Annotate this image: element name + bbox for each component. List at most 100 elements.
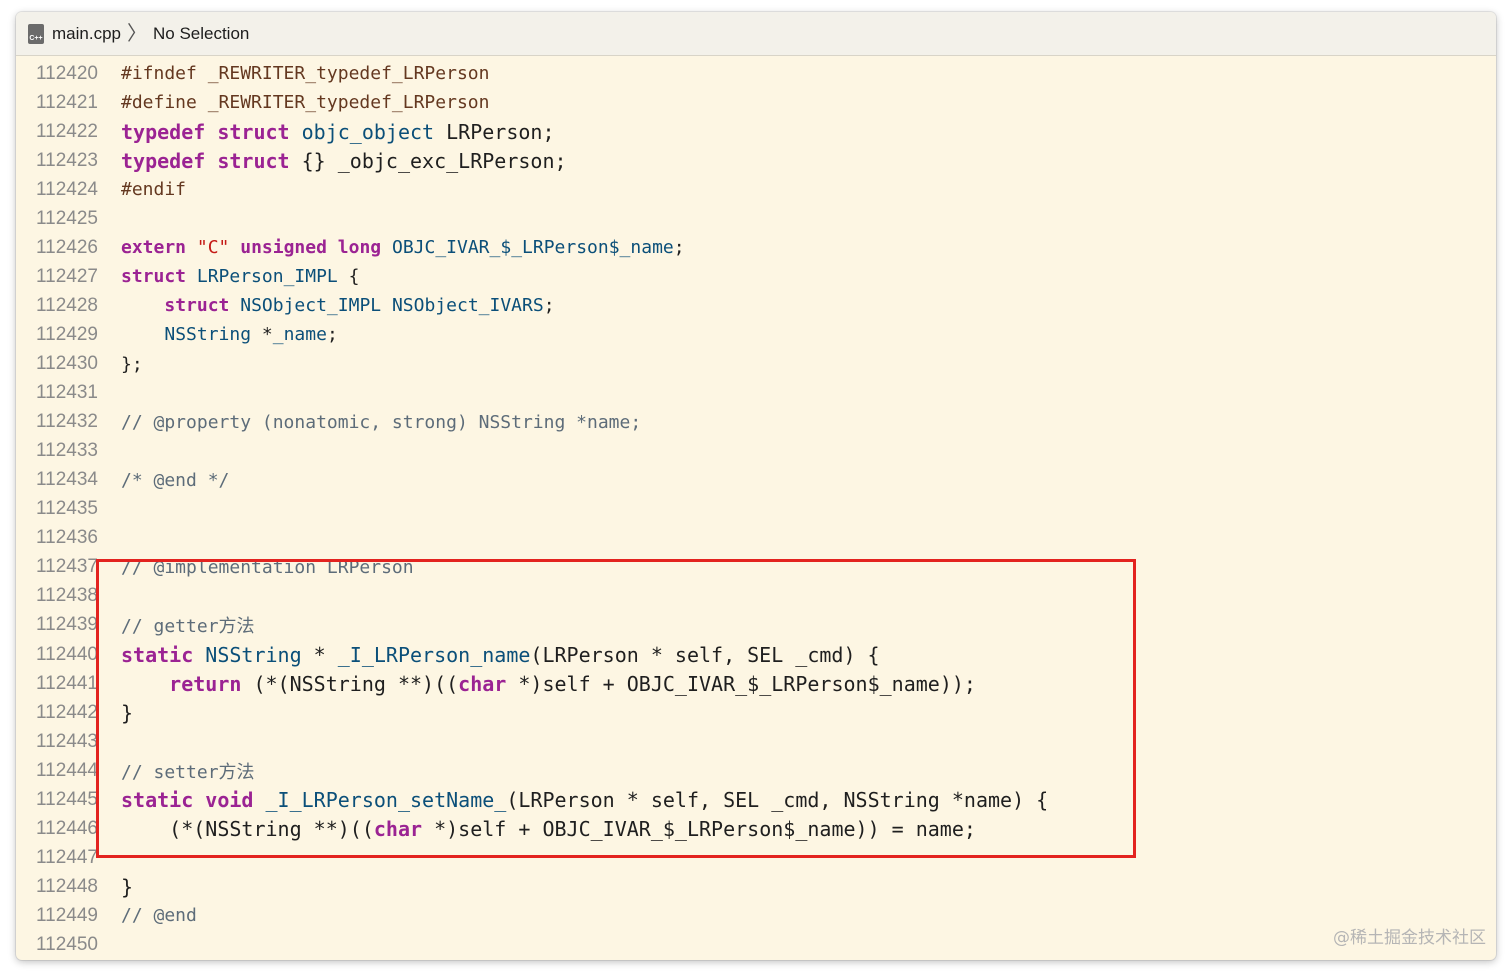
code-text: }; bbox=[121, 354, 143, 375]
code-text: #define _REWRITER_typedef_LRPerson bbox=[121, 92, 489, 113]
line-number: 112432 bbox=[36, 411, 98, 433]
code-token: long bbox=[337, 237, 382, 259]
code-token: // getter方法 bbox=[121, 616, 255, 638]
code-token: (*(NSString **)(( bbox=[241, 671, 459, 696]
line-number: 112448 bbox=[36, 875, 98, 897]
code-token: static bbox=[121, 787, 194, 812]
code-token: NSString bbox=[164, 324, 252, 346]
line-number: 112433 bbox=[36, 440, 98, 462]
code-text: return (*(NSString **)((char *)self + OB… bbox=[121, 672, 976, 696]
code-token: } bbox=[121, 874, 134, 899]
line-number: 112446 bbox=[36, 817, 98, 839]
code-text: } bbox=[121, 875, 133, 899]
line-number: 112443 bbox=[36, 730, 98, 752]
code-line: 112442} bbox=[16, 698, 1496, 727]
code-token: {} _objc_exc_LRPerson; bbox=[289, 148, 567, 173]
line-number: 112434 bbox=[36, 469, 98, 491]
code-token: _name bbox=[272, 324, 327, 346]
code-text: // @property (nonatomic, strong) NSStrin… bbox=[121, 412, 641, 433]
code-line: 112425 bbox=[16, 204, 1496, 233]
code-text: static void _I_LRPerson_setName_(LRPerso… bbox=[121, 788, 1048, 812]
line-number: 112429 bbox=[36, 323, 98, 345]
code-line: 112427 struct LRPerson_IMPL { bbox=[16, 262, 1496, 291]
code-line: 112420 #ifndef _REWRITER_typedef_LRPerson bbox=[16, 59, 1496, 88]
code-token: void bbox=[205, 787, 254, 812]
code-token: unsigned bbox=[240, 237, 327, 259]
code-token: // @end bbox=[121, 905, 197, 927]
code-token: char bbox=[458, 671, 507, 696]
line-number: 112422 bbox=[36, 120, 98, 142]
code-line: 112421 #define _REWRITER_typedef_LRPerson bbox=[16, 88, 1496, 117]
code-line: 112440 static NSString * _I_LRPerson_name… bbox=[16, 640, 1496, 669]
code-line: 112444 // setter方法 bbox=[16, 756, 1496, 785]
code-token: { bbox=[337, 266, 360, 288]
line-number: 112425 bbox=[36, 207, 98, 229]
code-token: NSObject_IVARS bbox=[391, 295, 544, 317]
code-text: } bbox=[121, 701, 133, 725]
line-number: 112444 bbox=[36, 759, 98, 781]
line-number: 112428 bbox=[36, 294, 98, 316]
breadcrumb-selection[interactable]: No Selection bbox=[153, 24, 249, 44]
code-line: 112422 typedef struct objc_object LRPerso… bbox=[16, 117, 1496, 146]
code-line: 112448} bbox=[16, 872, 1496, 901]
code-line: 112424 #endif bbox=[16, 175, 1496, 204]
code-token: } bbox=[121, 700, 134, 725]
line-number: 112420 bbox=[36, 62, 98, 84]
code-token: // @property (nonatomic, strong) NSStrin… bbox=[121, 411, 642, 433]
code-token: "C" bbox=[196, 237, 230, 259]
file-icon-text: C++ bbox=[29, 34, 43, 42]
code-token: // setter方法 bbox=[121, 761, 255, 783]
code-line: 112426 extern "C" unsigned long OBJC_IVAR… bbox=[16, 233, 1496, 262]
code-token: (LRPerson * self, SEL _cmd) { bbox=[530, 642, 880, 667]
breadcrumb-file[interactable]: main.cpp bbox=[52, 24, 121, 44]
line-number: 112450 bbox=[36, 934, 98, 955]
code-token: struct bbox=[164, 295, 230, 317]
code-text: #ifndef _REWRITER_typedef_LRPerson bbox=[121, 63, 489, 84]
line-number: 112430 bbox=[36, 353, 98, 374]
code-text: typedef struct {} _objc_exc_LRPerson; bbox=[121, 149, 567, 173]
code-token: * bbox=[251, 324, 273, 346]
code-line: 112445 static void _I_LRPerson_setName_(L… bbox=[16, 785, 1496, 814]
line-number: 112435 bbox=[36, 498, 98, 520]
code-line: 112449 // @end bbox=[16, 901, 1496, 930]
code-text: typedef struct objc_object LRPerson; bbox=[121, 120, 555, 144]
code-token: ; bbox=[673, 237, 685, 259]
code-line: 112429 NSString *_name; bbox=[16, 320, 1496, 349]
code-line: 112437 // @implementation LRPerson bbox=[16, 553, 1496, 582]
line-number: 112447 bbox=[36, 846, 98, 868]
code-token: ; bbox=[543, 295, 555, 317]
code-line: 112428 struct NSObject_IMPL NSObject_IVA… bbox=[16, 291, 1496, 320]
code-token: _I_LRPerson_name bbox=[337, 642, 531, 667]
line-number: 112427 bbox=[36, 265, 98, 287]
line-number: 112440 bbox=[36, 643, 98, 665]
code-line: 112438 bbox=[16, 582, 1496, 611]
cpp-file-icon[interactable]: C++ bbox=[28, 23, 44, 44]
code-text: #endif bbox=[121, 179, 186, 200]
line-number: 112426 bbox=[36, 236, 98, 258]
line-number: 112437 bbox=[36, 556, 98, 578]
code-editor[interactable]: 112420 #ifndef _REWRITER_typedef_LRPerson… bbox=[16, 56, 1496, 960]
code-text: NSString *_name; bbox=[121, 324, 338, 346]
code-token: ; bbox=[326, 324, 338, 346]
code-line: 112434 /* @end */ bbox=[16, 466, 1496, 495]
code-token: objc_object bbox=[301, 119, 435, 144]
editor-window: C++ main.cpp 〉 No Selection 112420 #ifnde… bbox=[16, 12, 1496, 960]
line-number: 112423 bbox=[36, 149, 98, 171]
code-line: 112447 bbox=[16, 843, 1496, 872]
code-line: 112433 bbox=[16, 437, 1496, 466]
line-number: 112438 bbox=[36, 585, 98, 607]
code-line: 112443 bbox=[16, 727, 1496, 756]
code-token: }; bbox=[121, 353, 143, 375]
code-text: (*(NSString **)((char *)self + OBJC_IVAR… bbox=[121, 817, 976, 841]
code-token: extern bbox=[121, 237, 187, 259]
line-number: 112445 bbox=[36, 788, 98, 810]
code-text: // @end bbox=[121, 905, 197, 926]
